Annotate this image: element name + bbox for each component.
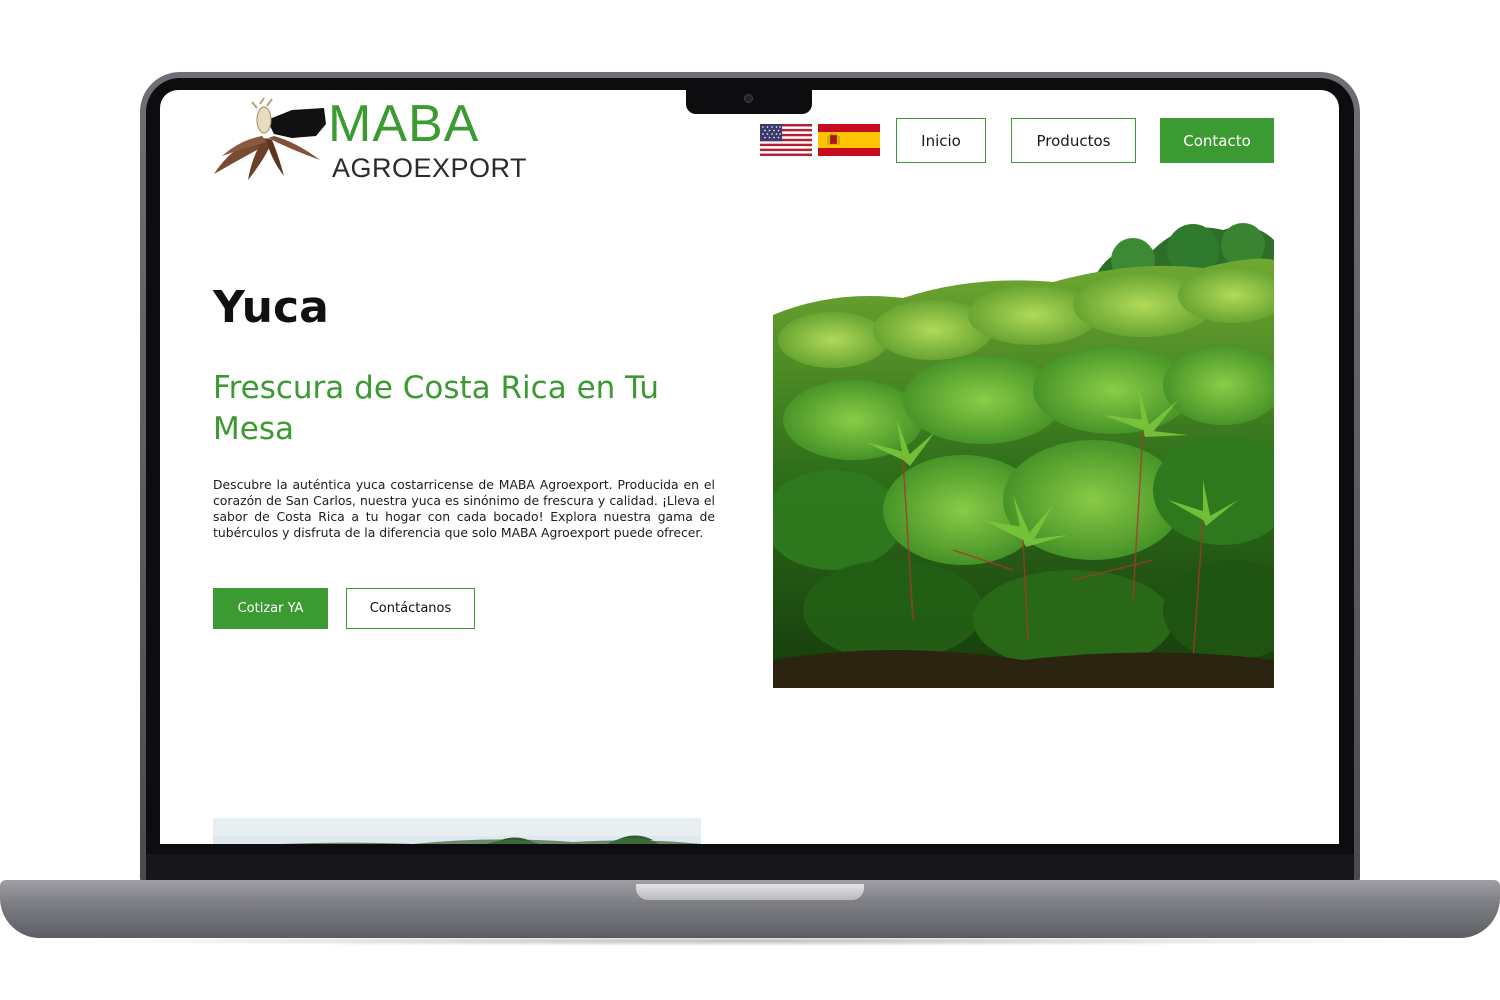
brand-logo[interactable]: MABA AGROEXPORT (212, 95, 527, 182)
camera-icon (744, 94, 753, 103)
hero-subtitle: Frescura de Costa Rica en Tu Mesa (213, 370, 660, 447)
browser-screen: MABA AGROEXPORT Inicio Productos Contact… (160, 90, 1339, 844)
hero-title: Yuca (213, 282, 329, 333)
nav-contacto-button[interactable]: Contacto (1160, 118, 1274, 163)
hero-description: Descubre la auténtica yuca costarricense… (213, 477, 715, 540)
laptop-shadow (60, 936, 1440, 946)
brand-tagline: AGROEXPORT (332, 153, 528, 183)
field-image (213, 818, 701, 844)
us-flag-icon[interactable] (760, 124, 812, 156)
nav-inicio-button[interactable]: Inicio (896, 118, 986, 163)
laptop-base-notch (636, 884, 864, 900)
contactanos-button[interactable]: Contáctanos (346, 588, 475, 629)
spain-flag-icon[interactable] (818, 124, 880, 156)
nav-productos-button[interactable]: Productos (1011, 118, 1136, 163)
cassava-logo-icon (214, 97, 326, 180)
laptop-chin (146, 854, 1354, 882)
cassava-plantation-image (773, 220, 1274, 688)
cotizar-button[interactable]: Cotizar YA (213, 588, 328, 629)
brand-name: MABA (328, 95, 480, 153)
camera-notch (686, 88, 812, 114)
